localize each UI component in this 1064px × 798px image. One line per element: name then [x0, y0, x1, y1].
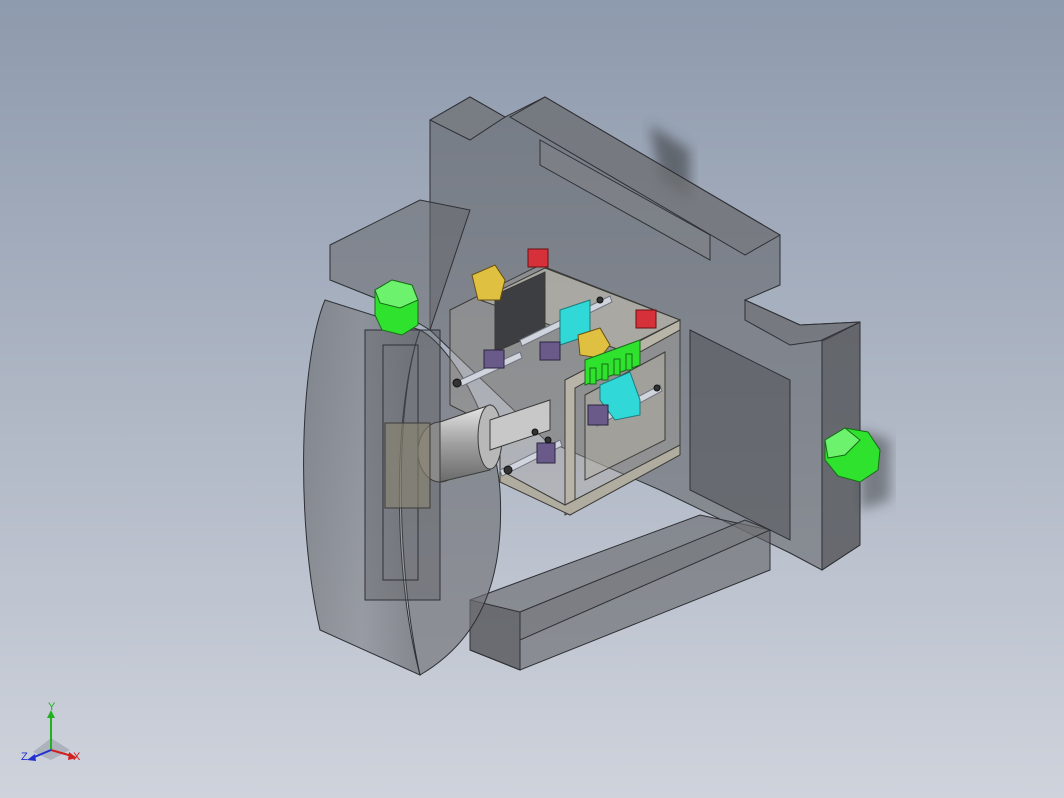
stepper-motor-left[interactable] — [374, 279, 419, 336]
triad-z-arrow-icon — [27, 754, 36, 761]
coordinate-triad: Y X Z — [21, 702, 81, 763]
cad-assembly-model[interactable] — [0, 0, 1064, 798]
lower-base[interactable] — [469, 514, 772, 671]
triad-y-label: Y — [48, 702, 56, 713]
triad-x-label: X — [73, 751, 81, 763]
triad-z-label: Z — [21, 751, 28, 763]
cad-graphics-viewport[interactable]: Y X Z — [0, 0, 1064, 798]
